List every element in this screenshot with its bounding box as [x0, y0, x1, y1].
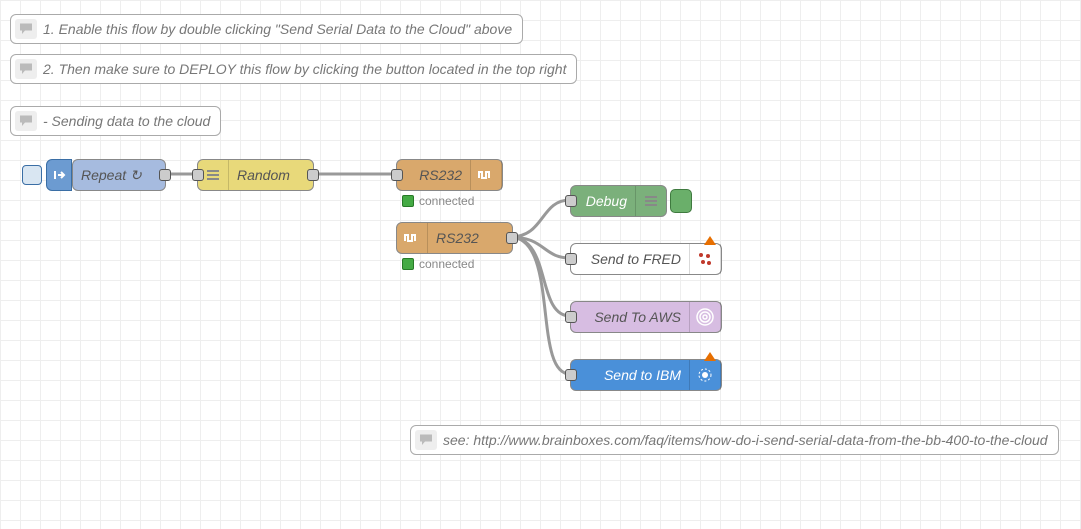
comment-icon — [15, 59, 37, 79]
comment-enable-flow[interactable]: 1. Enable this flow by double clicking "… — [10, 14, 523, 44]
node-send-ibm[interactable]: Send to IBM — [570, 359, 722, 391]
node-label: RS232 — [397, 167, 470, 183]
inject-once-checkbox[interactable] — [22, 165, 42, 185]
ibm-iot-icon — [689, 360, 721, 390]
node-repeat[interactable]: Repeat ↻ — [72, 159, 166, 191]
comment-sending-data[interactable]: - Sending data to the cloud — [10, 106, 221, 136]
node-label: Send To AWS — [571, 309, 689, 325]
input-port[interactable] — [192, 169, 204, 181]
node-label: Debug — [571, 193, 635, 209]
changed-marker — [704, 352, 716, 361]
comment-text: 2. Then make sure to DEPLOY this flow by… — [43, 61, 566, 77]
serial-icon — [470, 160, 502, 190]
comment-see-link[interactable]: see: http://www.brainboxes.com/faq/items… — [410, 425, 1059, 455]
node-rs232-in[interactable]: RS232 — [396, 222, 513, 254]
aws-icon — [689, 302, 721, 332]
node-label: RS232 — [428, 230, 512, 246]
status-dot-icon — [402, 258, 414, 270]
status-text: connected — [419, 194, 474, 208]
debug-icon — [635, 186, 666, 216]
comment-deploy-flow[interactable]: 2. Then make sure to DEPLOY this flow by… — [10, 54, 577, 84]
input-port[interactable] — [565, 311, 577, 323]
serial-icon — [397, 223, 428, 253]
comment-icon — [15, 111, 37, 131]
comment-text: see: http://www.brainboxes.com/faq/items… — [443, 432, 1048, 448]
comment-text: 1. Enable this flow by double clicking "… — [43, 21, 512, 37]
node-debug[interactable]: Debug — [570, 185, 667, 217]
input-port[interactable] — [565, 369, 577, 381]
node-label: Send to IBM — [571, 367, 689, 383]
node-label: Random — [229, 167, 313, 183]
debug-toggle-button[interactable] — [670, 189, 692, 213]
comment-icon — [15, 19, 37, 39]
comment-text: - Sending data to the cloud — [43, 113, 210, 129]
node-rs232-out[interactable]: RS232 — [396, 159, 503, 191]
node-send-fred[interactable]: Send to FRED — [570, 243, 722, 275]
input-port[interactable] — [565, 253, 577, 265]
node-label: Send to FRED — [571, 251, 689, 267]
node-random[interactable]: Random — [197, 159, 314, 191]
input-port[interactable] — [565, 195, 577, 207]
comment-icon — [415, 430, 437, 450]
inject-button[interactable] — [22, 159, 72, 191]
output-port[interactable] — [506, 232, 518, 244]
output-port[interactable] — [159, 169, 171, 181]
status-text: connected — [419, 257, 474, 271]
changed-marker — [704, 236, 716, 245]
node-status-rs232-out: connected — [402, 194, 474, 208]
input-port[interactable] — [391, 169, 403, 181]
inject-arrow-icon — [46, 159, 72, 191]
status-dot-icon — [402, 195, 414, 207]
fred-icon — [689, 244, 721, 274]
node-label: Repeat ↻ — [73, 167, 165, 184]
output-port[interactable] — [307, 169, 319, 181]
node-send-aws[interactable]: Send To AWS — [570, 301, 722, 333]
node-status-rs232-in: connected — [402, 257, 474, 271]
